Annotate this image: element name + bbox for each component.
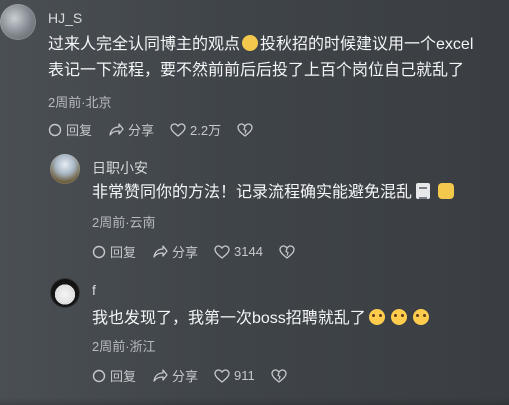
like-count: 3144 (234, 244, 263, 259)
smiling-face-emoji (390, 309, 407, 325)
reply-button[interactable]: 回复 (92, 242, 136, 261)
memo-emoji (416, 183, 431, 199)
dislike-icon (279, 244, 295, 259)
comment-text: 我也发现了，我第一次boss招聘就乱了 (92, 306, 492, 332)
dislike-button[interactable] (237, 122, 253, 137)
comment-actions: 回复 分享 3144 (92, 242, 295, 261)
share-label: 分享 (128, 123, 155, 138)
author-name[interactable]: f (92, 282, 96, 298)
smiling-face-emoji (412, 309, 429, 325)
dislike-icon (271, 368, 287, 383)
reply-label: 回复 (110, 245, 137, 260)
like-count: 911 (234, 368, 255, 383)
comment-text-line: 非常赞同你的方法！记录流程确实能避免混乱 (92, 184, 413, 201)
comment-text: 非常赞同你的方法！记录流程确实能避免混乱 (92, 180, 492, 206)
comment-actions: 回复 分享 911 (92, 366, 287, 385)
comment-2: 日职小安 非常赞同你的方法！记录流程确实能避免混乱 2周前·云南 回复 分享 3… (0, 150, 509, 270)
share-button[interactable]: 分享 (152, 242, 198, 261)
share-icon (108, 122, 124, 137)
comment-text-part-1: 过来人完全认同博主的观点 (48, 36, 241, 53)
like-button[interactable]: 3144 (214, 244, 263, 259)
dislike-icon (237, 122, 253, 137)
share-button[interactable]: 分享 (108, 120, 154, 139)
bottom-divider (0, 397, 509, 405)
comment-meta: 2周前·北京 (48, 95, 112, 110)
like-count: 2.2万 (190, 123, 222, 138)
comment-3: f 我也发现了，我第一次boss招聘就乱了 2周前·浙江 回复 分享 911 (0, 272, 509, 397)
share-label: 分享 (172, 245, 199, 260)
dislike-button[interactable] (271, 368, 287, 383)
clap-emoji (242, 35, 259, 51)
avatar-rizhixiaoan[interactable] (50, 154, 80, 184)
heart-icon (214, 368, 230, 383)
reply-button[interactable]: 回复 (48, 120, 92, 139)
reply-icon (92, 369, 106, 383)
avatar-f[interactable] (50, 278, 80, 308)
comment-text-line: 我也发现了，我第一次boss招聘就乱了 (92, 310, 366, 327)
heart-icon (170, 122, 186, 137)
share-icon (152, 368, 168, 383)
avatar-hj[interactable] (0, 4, 36, 40)
comment-text-part-2: 投秋招的时候建议用一个excel (260, 36, 474, 53)
reply-icon (92, 245, 106, 259)
like-button[interactable]: 2.2万 (170, 120, 221, 139)
reply-label: 回复 (66, 123, 93, 138)
smiling-face-emoji (368, 309, 385, 325)
comment-actions: 回复 分享 2.2万 (48, 120, 253, 139)
reply-button[interactable]: 回复 (92, 366, 136, 385)
author-name[interactable]: HJ_S (48, 10, 82, 26)
author-name[interactable]: 日职小安 (92, 158, 148, 178)
dislike-button[interactable] (279, 244, 295, 259)
share-button[interactable]: 分享 (152, 366, 198, 385)
comment-text-part-3: 表记一下流程，要不然前前后后投了上百个岗位自己就乱了 (48, 62, 465, 79)
share-icon (152, 244, 168, 259)
comment-meta: 2周前·云南 (92, 215, 156, 230)
comment-1: HJ_S 过来人完全认同博主的观点 投秋招的时候建议用一个excel 表记一下流程… (0, 0, 509, 140)
comment-text: 过来人完全认同博主的观点 投秋招的时候建议用一个excel 表记一下流程，要不然前… (48, 32, 503, 84)
comment-meta: 2周前·浙江 (92, 339, 156, 354)
reply-icon (48, 123, 62, 137)
heart-icon (214, 244, 230, 259)
reply-label: 回复 (110, 369, 137, 384)
thumbs-up-emoji (438, 183, 455, 199)
like-button[interactable]: 911 (214, 368, 255, 383)
share-label: 分享 (172, 369, 199, 384)
